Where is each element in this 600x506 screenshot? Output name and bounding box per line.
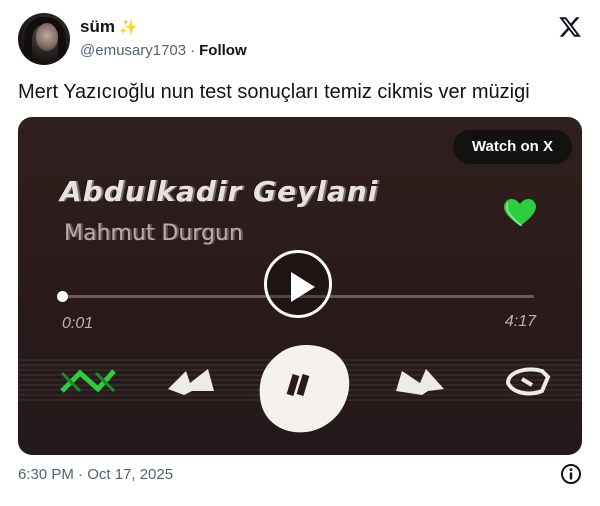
sparkles-emoji: ✨ (118, 19, 138, 36)
progress-knob (56, 291, 68, 302)
display-name[interactable]: süm (80, 17, 115, 36)
previous-icon (168, 369, 214, 395)
tweet-timestamp[interactable]: 6:30 PM · Oct 17, 2025 (18, 466, 173, 483)
player-controls (18, 339, 582, 433)
next-icon (396, 369, 444, 395)
play-button[interactable] (264, 250, 332, 318)
x-logo-icon[interactable] (558, 15, 582, 39)
tweet-text: Mert Yazıcıoğlu nun test sonuçları temiz… (18, 81, 530, 103)
info-icon[interactable] (560, 463, 582, 485)
watch-on-x-button[interactable]: Watch on X (452, 130, 572, 164)
play-icon (291, 272, 315, 302)
video-player[interactable]: Abdulkadir Geylani Mahmut Durgun 0:01 4:… (18, 117, 582, 455)
time-elapsed: 0:01 (62, 315, 94, 332)
shuffle-icon (60, 369, 116, 393)
repeat-icon (505, 367, 551, 396)
follow-button[interactable]: Follow (199, 42, 247, 59)
avatar-face (36, 23, 58, 51)
author-info: süm ✨ @emusary1703 · Follow (80, 17, 247, 61)
separator-dot: · (190, 42, 196, 59)
pause-icon (250, 339, 360, 435)
user-handle[interactable]: @emusary1703 (80, 42, 186, 59)
song-title: Abdulkadir Geylani (60, 175, 379, 208)
tweet-header: süm ✨ @emusary1703 · Follow (18, 13, 582, 65)
display-name-row[interactable]: süm ✨ (80, 17, 247, 38)
artist-name: Mahmut Durgun (64, 221, 243, 246)
avatar[interactable] (18, 13, 70, 65)
heart-icon (504, 198, 536, 227)
handle-line: @emusary1703 · Follow (80, 41, 247, 61)
time-total: 4:17 (504, 313, 536, 330)
tweet-footer: 6:30 PM · Oct 17, 2025 (18, 463, 582, 487)
